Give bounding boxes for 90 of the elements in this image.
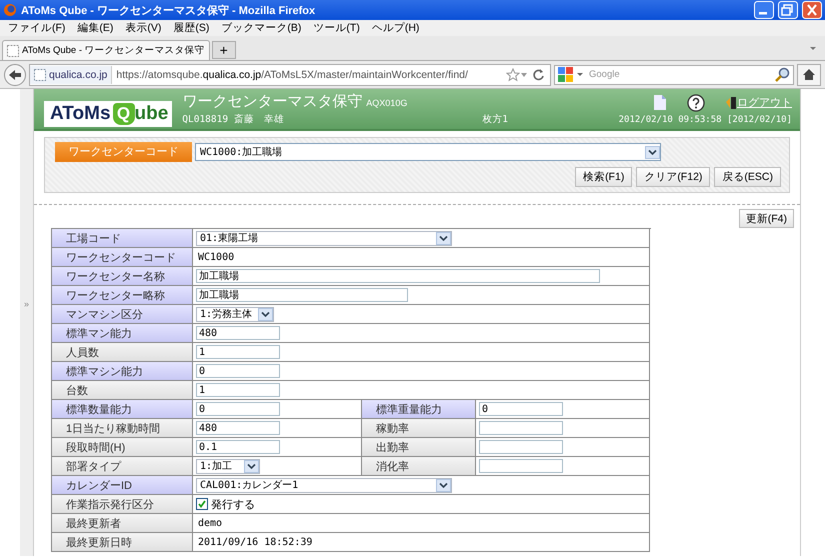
field-label: 部署タイプ: [52, 457, 193, 476]
menu-item[interactable]: ヘルプ(H): [366, 21, 426, 35]
field-value: demo: [197, 518, 222, 528]
input-field[interactable]: 0: [479, 402, 563, 416]
logout-icon: [725, 96, 736, 108]
field-label: ワークセンターコード: [55, 142, 192, 162]
input-field[interactable]: 加工職場: [196, 288, 408, 302]
user-name: QL018819 斎藤 幸雄: [182, 113, 285, 126]
field-label: マンマシン区分: [52, 305, 193, 324]
field-value: WC1000: [197, 252, 234, 262]
dropdown-icon[interactable]: [436, 478, 451, 492]
menu-item[interactable]: 履歴(S): [167, 21, 216, 35]
toolbar-button[interactable]: 検索(F1): [575, 167, 632, 187]
minimize-icon[interactable]: [754, 1, 774, 19]
input-field[interactable]: 1: [196, 383, 280, 397]
restore-icon[interactable]: [778, 1, 798, 19]
input-field[interactable]: [479, 421, 563, 435]
field-value: 2011/09/16 18:52:39: [197, 536, 312, 548]
update-button[interactable]: 更新(F4): [738, 209, 794, 228]
select-field[interactable]: CAL001:カレンダー1: [196, 478, 452, 492]
address-bar[interactable]: qualica.co.jp https://atomsqube.qualica.co.jp/AToMsL5X/master/maintainWorkcenter/find/: [29, 64, 551, 86]
field-label: 台数: [52, 381, 193, 400]
field-label: ワークセンター略称: [52, 286, 193, 305]
field-label: 最終更新者: [52, 514, 193, 533]
field-label: 出勤率: [362, 438, 476, 457]
close-icon[interactable]: [802, 1, 822, 19]
input-field[interactable]: 480: [196, 421, 280, 435]
input-field[interactable]: [479, 459, 563, 473]
input-field[interactable]: 0.1: [196, 440, 280, 454]
field-label: 人員数: [52, 343, 193, 362]
firefox-icon: [3, 3, 17, 17]
screen-id: AQX010G: [366, 98, 408, 108]
field-label: 標準マン能力: [52, 324, 193, 343]
search-icon[interactable]: [775, 67, 790, 82]
field-label: 標準マシン能力: [52, 362, 193, 381]
select-field[interactable]: 1:労務主体: [196, 306, 274, 322]
toolbar-button[interactable]: 戻る(ESC): [714, 167, 781, 187]
input-field[interactable]: 0: [196, 364, 280, 378]
new-tab-button[interactable]: +: [212, 41, 236, 59]
menu-item[interactable]: ブックマーク(B): [215, 21, 308, 35]
select-field[interactable]: 01:東陽工場: [196, 230, 452, 246]
url-text: https://atomsqube.qualica.co.jp/AToMsL5X/master/maintainWorkcenter/find/: [115, 68, 469, 80]
dropdown-icon[interactable]: [244, 460, 259, 472]
field-label: 作業指示発行区分: [52, 495, 193, 514]
menu-item[interactable]: 表示(V): [119, 21, 168, 35]
home-button[interactable]: [797, 64, 821, 86]
input-field[interactable]: 0: [196, 402, 280, 416]
field-label: 稼動率: [362, 419, 476, 438]
field-label: カレンダーID: [52, 476, 193, 495]
select-field[interactable]: 1:加工: [196, 458, 260, 474]
field-label: 1日当たり稼動時間: [52, 419, 193, 438]
site-name: 枚方1: [482, 113, 508, 126]
back-icon[interactable]: [4, 64, 26, 86]
menu-item[interactable]: ファイル(F): [2, 21, 72, 35]
help-icon[interactable]: [687, 94, 705, 112]
field-label: 段取時間(H): [52, 438, 193, 457]
date-time: 2012/02/10 09:53:58 [2012/02/10]: [618, 114, 792, 124]
search-engine-icon[interactable]: [558, 67, 573, 82]
menu-item[interactable]: 編集(E): [71, 21, 120, 35]
input-field[interactable]: 加工職場: [196, 269, 600, 283]
field-label: ワークセンター名称: [52, 267, 193, 286]
browser-tab[interactable]: AToMs Qube - ワークセンターマスタ保守: [2, 40, 210, 60]
field-label: 消化率: [362, 457, 476, 476]
field-label: 工場コード: [52, 229, 193, 248]
dropdown-icon[interactable]: [576, 72, 584, 78]
home-icon: [802, 68, 816, 81]
field-label: 最終更新日時: [52, 533, 193, 552]
input-field[interactable]: 480: [196, 326, 280, 340]
input-field[interactable]: [479, 440, 563, 454]
menu-item[interactable]: ツール(T): [307, 21, 366, 35]
dropdown-icon[interactable]: [436, 232, 451, 244]
page-icon: [7, 44, 19, 56]
field-label: ワークセンターコード: [52, 248, 193, 267]
reload-icon[interactable]: [532, 68, 546, 82]
code-select[interactable]: WC1000:加工職場: [195, 143, 661, 161]
field-label: 標準数量能力: [52, 400, 193, 419]
checkbox-label[interactable]: 発行する: [211, 496, 255, 512]
app-logo: AToMs Q ube: [44, 101, 172, 127]
star-icon[interactable]: [506, 68, 520, 82]
field-label: 標準重量能力: [362, 400, 476, 419]
checkbox[interactable]: [196, 498, 208, 510]
tab-list-icon[interactable]: [809, 46, 817, 52]
window-title: AToMs Qube - ワークセンターマスタ保守 - Mozilla Firefox: [21, 4, 316, 18]
dropdown-icon[interactable]: [645, 146, 660, 158]
page-title: ワークセンターマスタ保守: [182, 93, 362, 110]
search-bar[interactable]: Google: [554, 64, 794, 84]
toolbar-button[interactable]: クリア(F12): [636, 167, 710, 187]
input-field[interactable]: 1: [196, 345, 280, 359]
page-icon: [34, 68, 46, 80]
dropdown-icon[interactable]: [258, 308, 274, 320]
